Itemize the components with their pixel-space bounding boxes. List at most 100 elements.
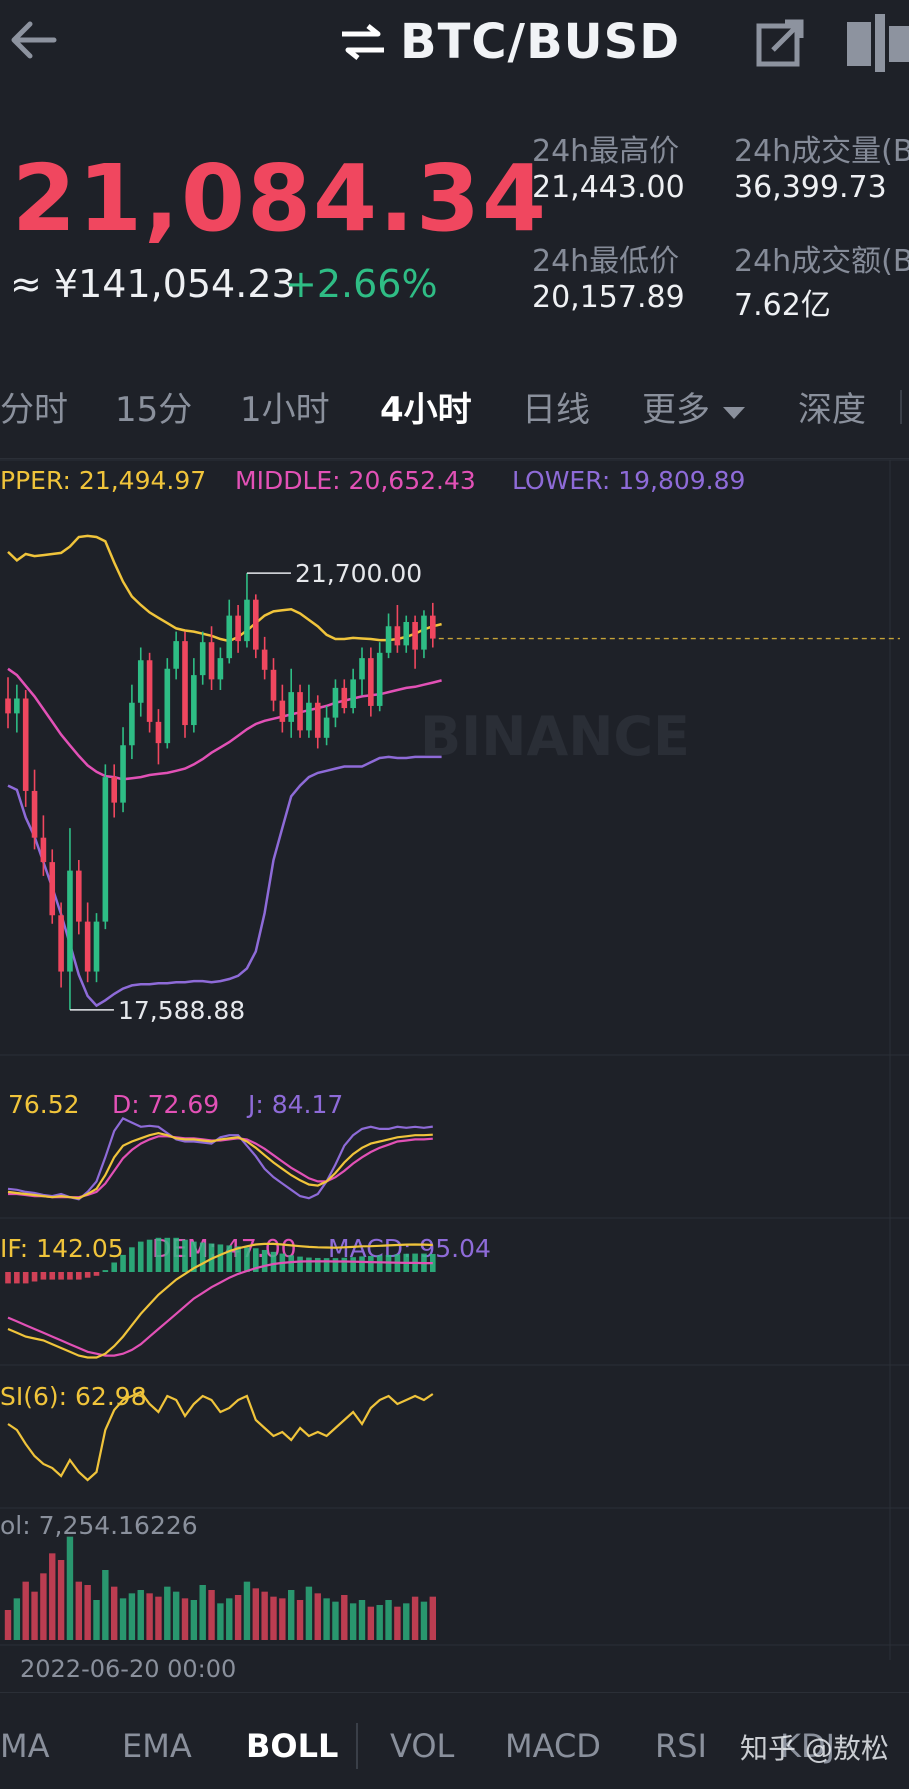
volume-bar [226,1598,233,1640]
candle-body [111,777,117,803]
volume-bar [314,1593,321,1640]
macd-histogram-bar [341,1257,348,1272]
volume-bar [367,1606,375,1640]
macd-histogram-bar [49,1272,56,1280]
volume-bar [84,1585,91,1640]
candle-body [279,700,286,722]
macd-pane [5,1237,436,1359]
macd-histogram-bar [58,1272,64,1280]
boll-middle-line [7,667,442,781]
volume-bar [22,1581,29,1640]
volume-bar [137,1590,144,1640]
rsi-line [7,1390,434,1482]
volume-bar [403,1603,410,1640]
volume-bar [57,1560,65,1640]
volume-bar [208,1590,215,1640]
candle-body [199,642,206,676]
candle-body [120,745,126,803]
candle-body [129,702,135,746]
tab-ema[interactable]: EMA [122,1727,192,1765]
candle-body [67,870,73,972]
volume-bar [13,1598,21,1640]
tab-rsi[interactable]: RSI [655,1727,707,1765]
volume-bar [341,1595,348,1640]
macd-histogram-bar [332,1258,339,1272]
chart-grid [0,459,909,1660]
candle-body [164,668,171,744]
macd-histogram-bar [22,1272,29,1284]
macd-histogram-bar [368,1256,374,1272]
volume-bar [181,1598,189,1640]
macd-histogram-bar [31,1272,38,1282]
candle-body [146,660,153,722]
volume-bar [332,1601,339,1640]
macd-histogram-bar [84,1272,91,1278]
volume-bar [31,1591,38,1640]
macd-histogram-bar [323,1258,330,1272]
tab-ma[interactable]: MA [0,1727,50,1765]
candle-body [84,921,91,972]
boll-lower-line [7,755,442,1008]
boll-bands [7,534,442,1008]
candle-body [421,615,427,650]
candle-body [5,698,11,714]
tab-boll[interactable]: BOLL [246,1727,338,1765]
macd-histogram-bar [306,1257,312,1272]
candle-body [332,687,339,718]
candle-body [297,692,303,731]
candle-body [182,641,188,726]
candle-body [359,658,365,680]
candle-body [22,698,29,791]
volume-bar [75,1581,82,1640]
tab-macd[interactable]: MACD [505,1727,601,1765]
bottom-tab-divider [356,1723,358,1769]
candle-body [235,615,241,642]
macd-histogram-bar [376,1255,383,1272]
macd-histogram-bar [40,1272,47,1280]
volume-bar [279,1598,286,1640]
candle-body [76,870,82,922]
volume-bar [155,1596,162,1640]
candle-body [137,660,144,703]
candle-body [31,790,38,838]
candle-body [49,862,56,916]
candle-body [270,669,277,701]
macd-histogram-bar [146,1239,153,1272]
kline-chart[interactable]: BINANCE 21,700.00 17,588.88 [0,0,909,1692]
candle-body [253,599,259,650]
candle-body [208,642,215,680]
candle-body [14,698,20,714]
candle-body [323,717,330,738]
volume-bar [146,1593,153,1640]
macd-histogram-bar [76,1272,82,1280]
volume-bar [270,1596,277,1640]
candle-body [40,837,47,863]
candle-body [368,658,374,706]
volume-bar [164,1586,171,1640]
volume-bar [394,1606,401,1640]
volume-bar [411,1596,419,1640]
macd-histogram-bar [129,1247,135,1272]
volume-bar [66,1536,74,1640]
macd-histogram-bar [173,1237,179,1272]
macd-histogram-bar [67,1272,73,1280]
volume-bar [252,1588,259,1640]
volume-bar [199,1585,206,1640]
volume-bar [40,1573,47,1640]
macd-histogram-bar [261,1249,268,1272]
candle-body [102,777,109,922]
volume-bar [305,1586,313,1640]
volume-bar [385,1600,392,1640]
kdj-k-line [7,1131,433,1200]
macd-histogram-bar [199,1242,206,1272]
volume-bar [102,1570,109,1640]
boll-upper-line [7,534,442,643]
volume-bar [111,1586,118,1640]
macd-histogram-bar [288,1255,294,1272]
candle-body [394,626,401,646]
tab-vol[interactable]: VOL [390,1727,454,1765]
volume-bar [261,1591,268,1640]
candle-body [191,675,197,726]
macd-histogram-bar [14,1272,20,1284]
volume-bar [349,1603,357,1640]
